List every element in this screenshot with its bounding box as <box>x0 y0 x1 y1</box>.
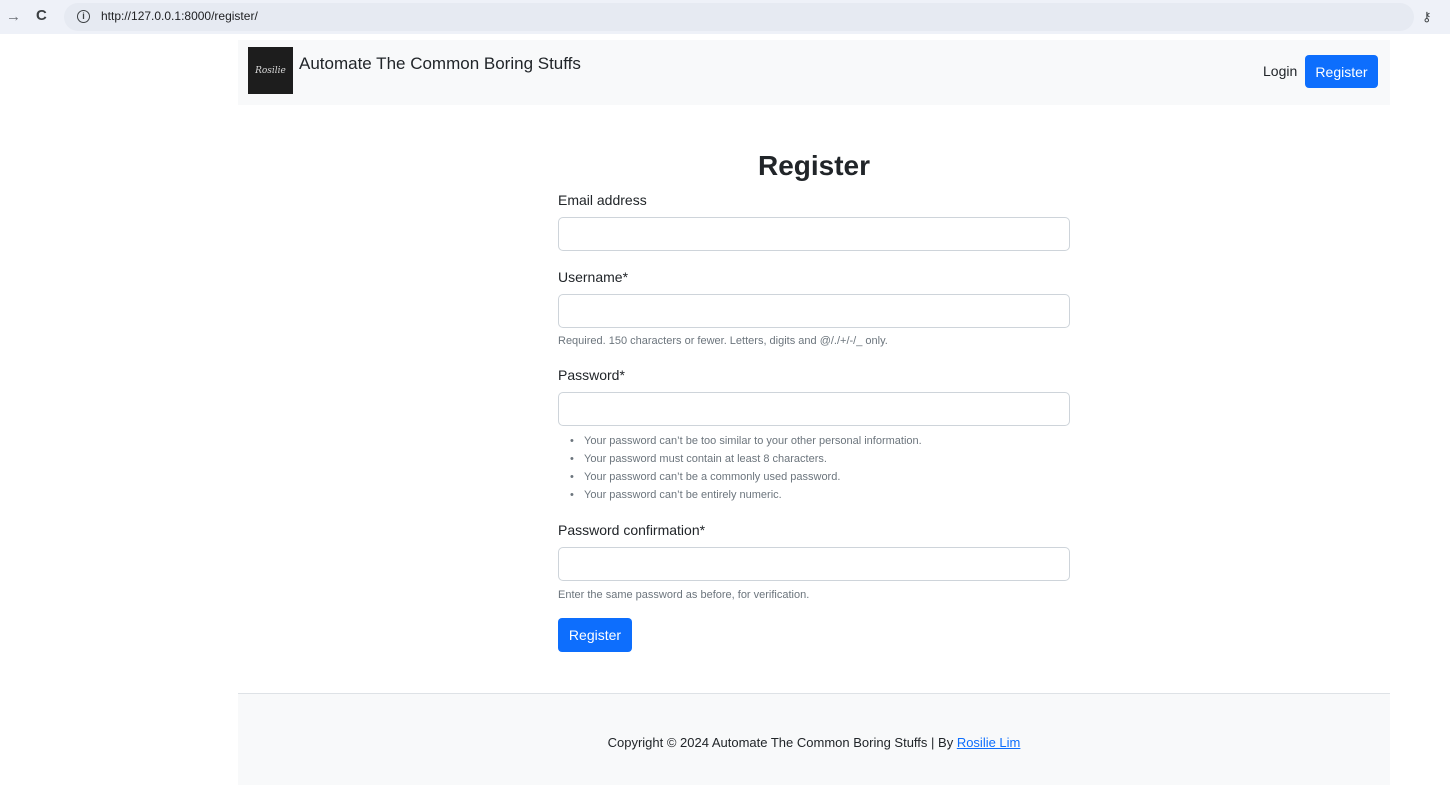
page-title: Register <box>757 150 871 181</box>
password-field[interactable] <box>558 392 1070 426</box>
email-field[interactable] <box>558 217 1070 251</box>
username-help-text: Required. 150 characters or fewer. Lette… <box>558 335 888 347</box>
forward-arrow-icon[interactable]: → <box>6 8 21 25</box>
brand-name[interactable]: Automate The Common Boring Stuffs <box>299 54 581 74</box>
password-label: Password* <box>558 367 625 383</box>
reload-icon[interactable]: C <box>36 7 47 24</box>
register-nav-button[interactable]: Register <box>1305 55 1378 88</box>
password-rules-list: Your password can’t be too similar to yo… <box>570 432 922 504</box>
logo-signature: Rosilie <box>255 65 286 76</box>
password-rule: Your password can’t be too similar to yo… <box>570 432 922 450</box>
brand-logo[interactable]: Rosilie <box>248 47 293 94</box>
email-label: Email address <box>558 192 647 208</box>
password-confirmation-field[interactable] <box>558 547 1070 581</box>
address-bar[interactable] <box>64 3 1414 31</box>
author-link[interactable]: Rosilie Lim <box>957 735 1021 750</box>
password-rule: Your password must contain at least 8 ch… <box>570 450 922 468</box>
password-confirmation-label: Password confirmation* <box>558 522 706 538</box>
password-rule: Your password can’t be a commonly used p… <box>570 468 922 486</box>
footer-copyright-text: Copyright © 2024 Automate The Common Bor… <box>607 735 957 750</box>
password-key-icon[interactable]: ⚷ <box>1422 9 1432 25</box>
password-confirmation-help-text: Enter the same password as before, for v… <box>558 589 810 601</box>
register-submit-button[interactable]: Register <box>558 618 632 652</box>
browser-toolbar: → C i http://127.0.0.1:8000/register/ ⚷ <box>0 0 1450 34</box>
site-info-icon[interactable]: i <box>77 10 90 23</box>
site-navbar: Rosilie Automate The Common Boring Stuff… <box>238 40 1390 105</box>
username-label: Username* <box>558 269 629 285</box>
footer-copyright: Copyright © 2024 Automate The Common Bor… <box>238 735 1390 750</box>
url-text[interactable]: http://127.0.0.1:8000/register/ <box>101 9 258 23</box>
site-footer: Copyright © 2024 Automate The Common Bor… <box>238 693 1390 785</box>
password-rule: Your password can’t be entirely numeric. <box>570 486 922 504</box>
username-field[interactable] <box>558 294 1070 328</box>
login-link[interactable]: Login <box>1263 63 1297 79</box>
